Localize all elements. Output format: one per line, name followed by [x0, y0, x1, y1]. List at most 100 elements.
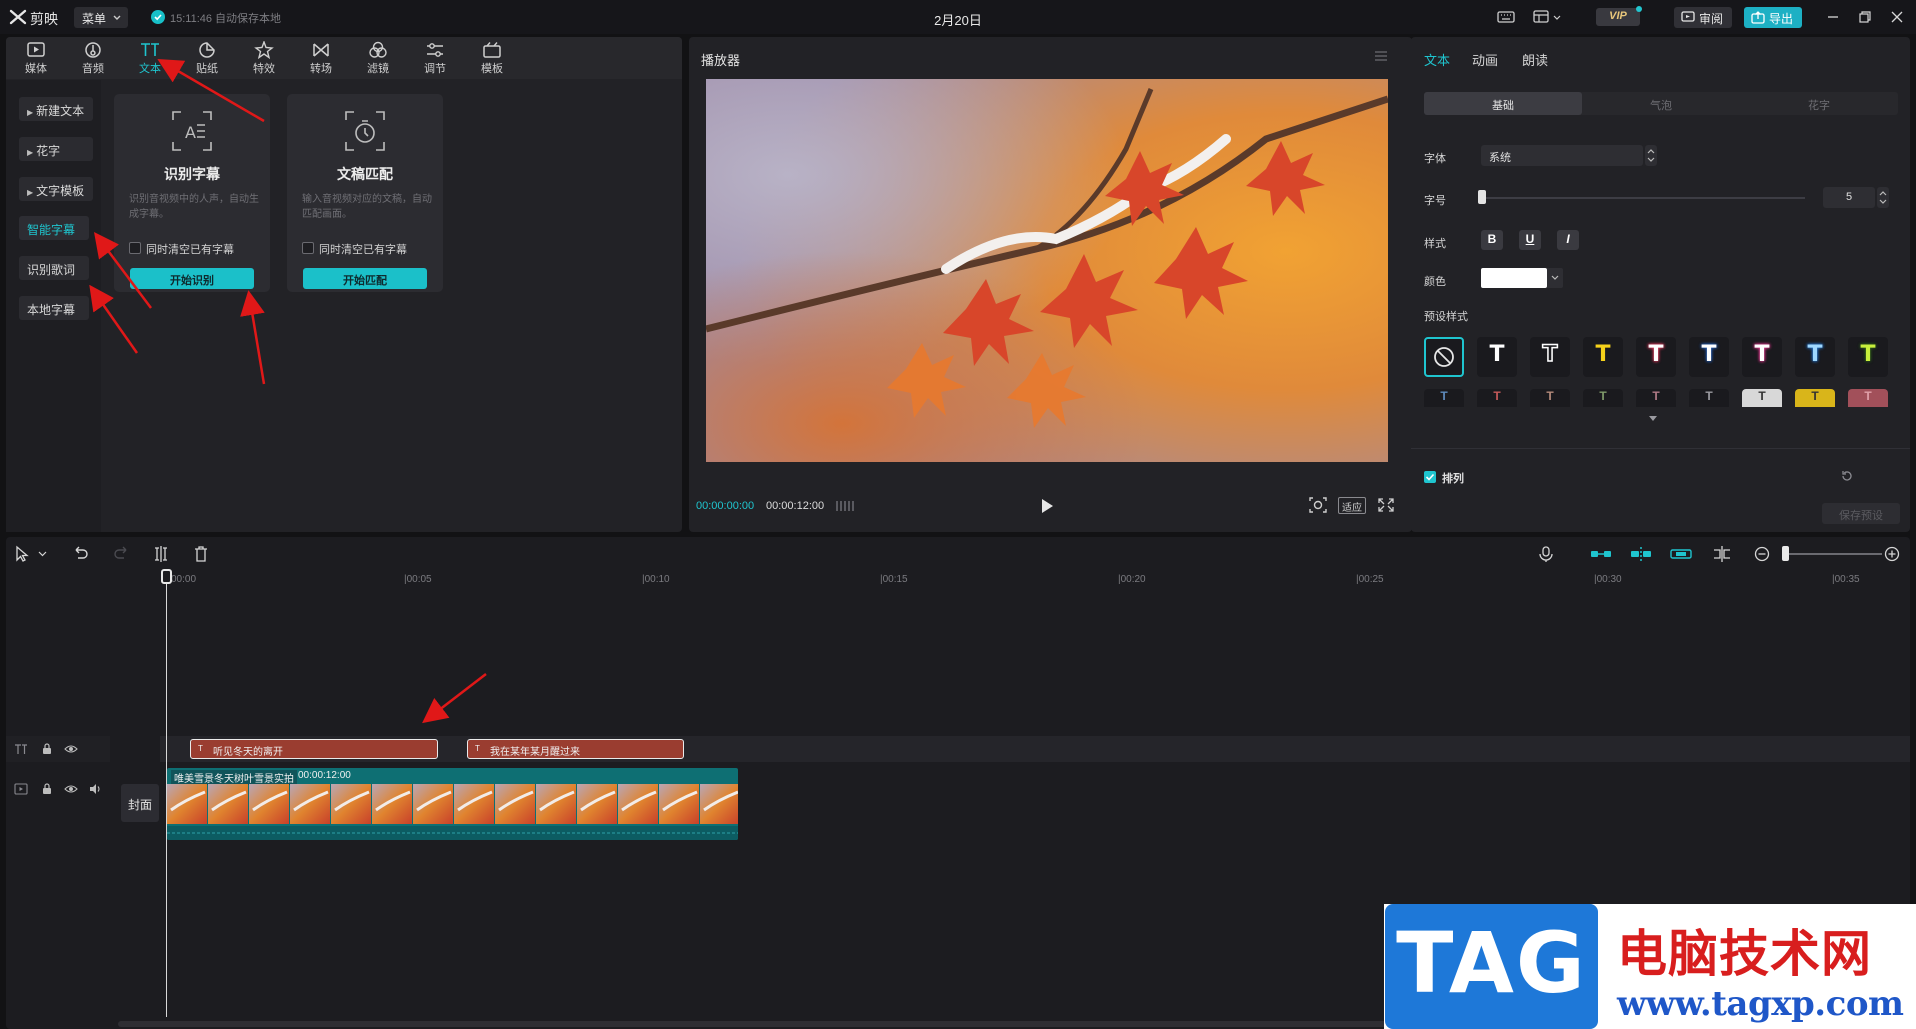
lock-icon[interactable]	[40, 782, 54, 796]
start-match-button[interactable]: 开始匹配	[303, 268, 427, 289]
speaker-icon[interactable]	[88, 782, 102, 796]
preset-style[interactable]: T	[1636, 389, 1676, 407]
playhead-handle[interactable]	[161, 569, 172, 584]
tab-filter[interactable]: 滤镜	[356, 39, 400, 79]
timecode-list-icon[interactable]	[835, 498, 857, 514]
preset-style[interactable]: T	[1636, 337, 1676, 377]
preset-style[interactable]: T	[1742, 389, 1782, 407]
close-icon[interactable]	[1890, 10, 1904, 24]
zoom-out-icon[interactable]	[1753, 545, 1771, 563]
sidebar-item-fancy-text[interactable]: ▶ 花字	[19, 137, 93, 161]
time-ruler[interactable]: 00:00 |00:05 |00:10 |00:15 |00:20 |00:25…	[118, 572, 1910, 586]
minimize-icon[interactable]	[1826, 10, 1840, 24]
preset-style[interactable]: T	[1530, 389, 1570, 407]
linkage-icon[interactable]	[1670, 545, 1692, 563]
tab-template[interactable]: 模板	[470, 39, 514, 79]
play-icon[interactable]	[1040, 498, 1054, 514]
preset-style[interactable]: T	[1583, 389, 1623, 407]
segment-fancy[interactable]: 花字	[1740, 92, 1898, 115]
microphone-icon[interactable]	[1537, 545, 1555, 563]
expand-down-icon[interactable]	[1648, 415, 1658, 423]
preset-style[interactable]: T	[1477, 389, 1517, 407]
color-swatch[interactable]	[1481, 268, 1547, 288]
eye-icon[interactable]	[64, 742, 78, 756]
undo-icon[interactable]	[72, 545, 90, 563]
auto-snap-icon[interactable]	[1630, 545, 1652, 563]
sidebar-item-text-template[interactable]: ▶ 文字模板	[19, 177, 93, 201]
fit-ratio-button[interactable]: 适应	[1338, 497, 1366, 514]
clear-subtitle-checkbox[interactable]	[302, 242, 314, 254]
size-input[interactable]: 5	[1823, 187, 1875, 208]
chevron-down-icon[interactable]	[1553, 14, 1561, 22]
text-clip[interactable]: T 我在某年某月醒过来	[467, 739, 684, 759]
zoom-slider-track[interactable]	[1782, 553, 1882, 555]
reset-icon[interactable]	[1840, 469, 1854, 483]
size-stepper[interactable]	[1877, 187, 1889, 208]
tab-media[interactable]: 媒体	[14, 39, 58, 79]
text-clip[interactable]: T 听见冬天的离开	[190, 739, 438, 759]
menu-icon[interactable]	[1374, 50, 1388, 62]
size-slider-thumb[interactable]	[1478, 190, 1486, 204]
sidebar-item-local-subtitle[interactable]: 本地字幕	[19, 296, 89, 320]
tab-transition[interactable]: 转场	[299, 39, 343, 79]
keyboard-icon[interactable]	[1497, 9, 1515, 25]
export-button[interactable]: 导出	[1744, 7, 1802, 28]
delete-icon[interactable]	[192, 545, 210, 563]
italic-button[interactable]: I	[1557, 230, 1579, 250]
tab-audio[interactable]: 音频	[71, 39, 115, 79]
lock-icon[interactable]	[40, 742, 54, 756]
restore-icon[interactable]	[1858, 10, 1872, 24]
tab-read-aloud[interactable]: 朗读	[1522, 50, 1548, 69]
video-preview[interactable]	[706, 79, 1388, 462]
tab-text[interactable]: 文本	[128, 39, 172, 79]
preset-style[interactable]: T	[1795, 337, 1835, 377]
preset-style[interactable]: T	[1477, 337, 1517, 377]
sidebar-item-lyrics[interactable]: 识别歌词	[19, 256, 89, 280]
clear-subtitle-checkbox[interactable]	[129, 242, 141, 254]
preset-style[interactable]: T	[1424, 389, 1464, 407]
preset-style[interactable]: T	[1689, 337, 1729, 377]
layout-icon[interactable]	[1533, 9, 1551, 25]
tab-sticker[interactable]: 贴纸	[185, 39, 229, 79]
redo-icon[interactable]	[112, 545, 130, 563]
segment-bubble[interactable]: 气泡	[1582, 92, 1740, 115]
select-cursor-icon[interactable]	[13, 545, 31, 563]
sidebar-item-new-text[interactable]: ▶ 新建文本	[19, 97, 93, 121]
timeline-scrollbar[interactable]	[118, 1021, 1458, 1027]
preset-style[interactable]: T	[1583, 337, 1623, 377]
underline-button[interactable]: U	[1519, 230, 1541, 250]
preset-style[interactable]: T	[1848, 389, 1888, 407]
split-icon[interactable]	[152, 545, 170, 563]
cover-button[interactable]: 封面	[121, 784, 159, 822]
preset-style[interactable]: T	[1530, 337, 1570, 377]
vip-badge[interactable]: VIP	[1596, 8, 1640, 26]
preset-none[interactable]	[1424, 337, 1464, 377]
fullscreen-icon[interactable]	[1376, 496, 1396, 514]
start-recognize-button[interactable]: 开始识别	[130, 268, 254, 289]
font-select[interactable]: 系统	[1481, 145, 1643, 166]
zoom-in-icon[interactable]	[1883, 545, 1901, 563]
arrange-checkbox[interactable]	[1424, 471, 1436, 483]
segment-basic[interactable]: 基础	[1424, 92, 1582, 115]
review-button[interactable]: 审阅	[1674, 7, 1732, 28]
eye-icon[interactable]	[64, 782, 78, 796]
preview-axis-icon[interactable]	[1712, 545, 1732, 563]
crop-icon[interactable]	[1308, 496, 1328, 514]
size-slider-track[interactable]	[1480, 197, 1805, 199]
preset-style[interactable]: T	[1689, 389, 1729, 407]
preset-style[interactable]: T	[1848, 337, 1888, 377]
tab-effects[interactable]: 特效	[242, 39, 286, 79]
main-track-magnet-icon[interactable]	[1590, 545, 1612, 563]
video-clip[interactable]: 唯美雪景冬天树叶雪景实拍 00:00:12:00	[167, 768, 738, 840]
color-dropdown[interactable]	[1547, 268, 1563, 288]
tab-text-props[interactable]: 文本	[1424, 50, 1450, 69]
sidebar-item-smart-subtitle[interactable]: 智能字幕	[19, 216, 89, 240]
preset-style[interactable]: T	[1795, 389, 1835, 407]
font-stepper[interactable]	[1645, 145, 1657, 166]
save-preset-button[interactable]: 保存预设	[1822, 503, 1900, 524]
chevron-down-icon[interactable]	[38, 550, 47, 558]
zoom-slider-thumb[interactable]	[1782, 546, 1789, 561]
tab-animation[interactable]: 动画	[1472, 50, 1498, 69]
tab-adjust[interactable]: 调节	[413, 39, 457, 79]
preset-style[interactable]: T	[1742, 337, 1782, 377]
